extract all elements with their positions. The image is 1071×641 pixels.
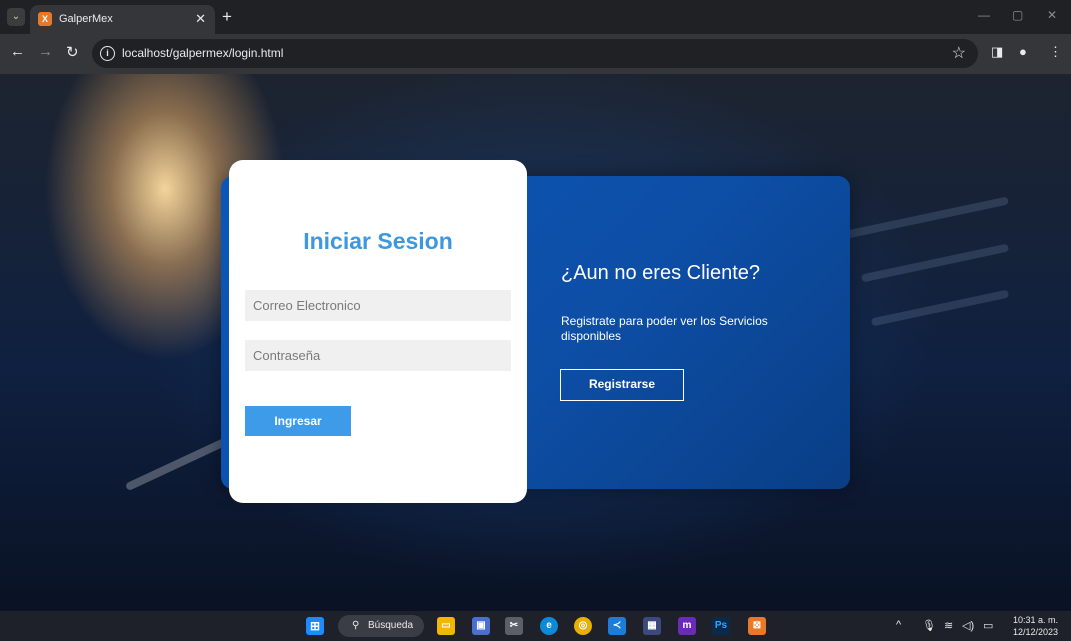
login-card: Iniciar Sesion Ingresar xyxy=(229,160,527,503)
minimize-icon[interactable]: — xyxy=(978,8,990,22)
background-decoration xyxy=(860,243,1010,283)
store-icon[interactable]: ▣ xyxy=(472,617,490,635)
close-tab-icon[interactable]: ✕ xyxy=(195,11,206,27)
site-favicon-icon: X xyxy=(38,12,52,26)
register-description: Registrate para poder ver los Servicios … xyxy=(561,314,768,343)
app-m-icon[interactable]: m xyxy=(678,617,696,635)
vscode-icon[interactable]: ≺ xyxy=(608,617,626,635)
tab-search-button[interactable]: ⌄ xyxy=(7,8,25,26)
back-icon[interactable]: ← xyxy=(10,43,25,60)
close-window-icon[interactable]: ✕ xyxy=(1047,8,1057,22)
email-field-container xyxy=(245,290,511,321)
reload-icon[interactable]: ↻ xyxy=(66,43,79,61)
search-icon: ⚲ xyxy=(352,620,360,631)
address-bar[interactable]: i localhost/galpermex/login.html ☆ xyxy=(92,39,978,68)
edge-browser-icon[interactable]: e xyxy=(540,617,558,635)
show-hidden-icons-icon[interactable]: ^ xyxy=(896,619,901,631)
new-tab-icon[interactable]: + xyxy=(222,7,232,27)
tab-title: GalperMex xyxy=(59,13,113,25)
snipping-tool-icon[interactable]: ✂ xyxy=(505,617,523,635)
taskbar: ⊞ ⚲ Búsqueda ▭ ▣ ✂ e ◎ ≺ ▦ m Ps ⊠ ^ 🎙 ≋ … xyxy=(0,611,1071,641)
password-field-container xyxy=(245,340,511,371)
forward-icon[interactable]: → xyxy=(38,43,53,60)
wifi-icon[interactable]: ≋ xyxy=(944,619,953,632)
start-menu-icon[interactable]: ⊞ xyxy=(306,617,324,635)
restore-icon[interactable]: ▢ xyxy=(1012,8,1023,22)
microphone-icon[interactable]: 🎙 xyxy=(922,619,936,632)
app-icon[interactable]: ▦ xyxy=(643,617,661,635)
menu-icon[interactable]: ⋮ xyxy=(1049,44,1062,60)
file-explorer-icon[interactable]: ▭ xyxy=(437,617,455,635)
page-viewport: ¿Aun no eres Cliente? Registrate para po… xyxy=(0,74,1071,611)
email-input[interactable] xyxy=(245,290,511,321)
side-panel-icon[interactable]: ◨ xyxy=(991,44,1003,60)
clock-time: 10:31 a. m. xyxy=(1012,615,1058,625)
volume-icon[interactable]: ◁) xyxy=(962,619,974,632)
profile-icon[interactable]: ● xyxy=(1019,44,1027,59)
register-button[interactable]: Registrarse xyxy=(560,369,684,401)
search-label: Búsqueda xyxy=(368,620,414,631)
browser-tab-bar: ⌄ X GalperMex ✕ + — ▢ ✕ xyxy=(0,0,1071,34)
background-decoration xyxy=(841,196,1009,240)
register-heading: ¿Aun no eres Cliente? xyxy=(561,262,761,284)
browser-tab[interactable]: X GalperMex ✕ xyxy=(30,5,215,34)
battery-icon[interactable]: ▭ xyxy=(983,619,993,632)
background-decoration xyxy=(870,289,1010,327)
chrome-browser-icon[interactable]: ◎ xyxy=(574,617,592,635)
photoshop-icon[interactable]: Ps xyxy=(712,617,730,635)
clock-date: 12/12/2023 xyxy=(1012,627,1058,637)
clock[interactable]: 10:31 a. m. 12/12/2023 xyxy=(1010,614,1058,638)
site-info-icon[interactable]: i xyxy=(100,46,115,61)
taskbar-search[interactable]: ⚲ Búsqueda xyxy=(338,615,424,637)
url-text: localhost/galpermex/login.html xyxy=(122,46,284,60)
bookmark-star-icon[interactable]: ☆ xyxy=(952,43,966,63)
login-button[interactable]: Ingresar xyxy=(245,406,351,436)
login-heading: Iniciar Sesion xyxy=(303,228,453,254)
browser-toolbar: ← → ↻ i localhost/galpermex/login.html ☆… xyxy=(0,34,1071,74)
password-input[interactable] xyxy=(245,340,511,371)
xampp-icon[interactable]: ⊠ xyxy=(748,617,766,635)
